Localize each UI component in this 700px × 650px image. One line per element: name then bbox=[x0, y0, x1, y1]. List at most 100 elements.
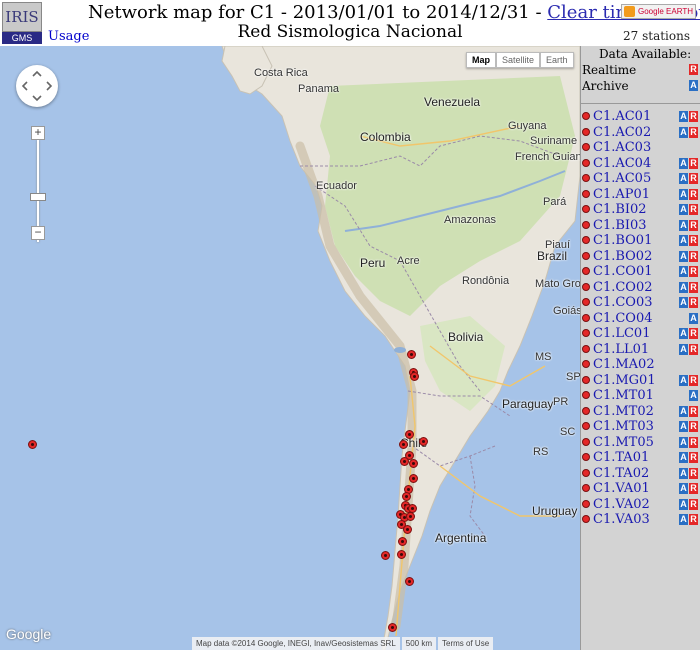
google-earth-button[interactable]: Google EARTH bbox=[621, 4, 696, 19]
station-marker-icon[interactable] bbox=[582, 406, 590, 415]
station-marker-icon[interactable] bbox=[582, 282, 590, 291]
station-marker-icon[interactable] bbox=[582, 422, 590, 430]
realtime-badge-icon[interactable]: R bbox=[689, 126, 698, 138]
station-marker-icon[interactable] bbox=[582, 453, 590, 461]
station-code-link[interactable]: C1.MT03 bbox=[593, 419, 654, 434]
station-code-link[interactable]: C1.AC03 bbox=[593, 140, 651, 155]
archive-badge-icon[interactable]: A bbox=[679, 126, 688, 138]
station-marker-icon[interactable] bbox=[582, 484, 590, 492]
station-marker[interactable] bbox=[405, 430, 414, 439]
archive-badge-icon[interactable]: A bbox=[679, 514, 688, 525]
station-marker[interactable] bbox=[419, 437, 428, 446]
station-code-link[interactable]: C1.BO01 bbox=[593, 233, 652, 248]
station-code-link[interactable]: C1.MT02 bbox=[593, 404, 654, 419]
archive-badge-icon[interactable]: A bbox=[679, 436, 688, 448]
zoom-in-button[interactable]: + bbox=[31, 126, 45, 140]
realtime-badge-icon[interactable]: R bbox=[689, 374, 698, 386]
station-list-item[interactable]: C1.MG01 A R bbox=[581, 373, 700, 389]
archive-badge-icon[interactable]: A bbox=[679, 235, 688, 246]
realtime-badge-icon[interactable]: R bbox=[689, 281, 698, 293]
station-code-link[interactable]: C1.LL01 bbox=[593, 342, 649, 357]
station-marker-icon[interactable] bbox=[582, 267, 590, 275]
archive-badge-icon[interactable]: A bbox=[679, 111, 688, 122]
station-marker-icon[interactable] bbox=[582, 189, 590, 198]
station-list-item[interactable]: C1.VA01 A R bbox=[581, 481, 700, 497]
realtime-badge-icon[interactable]: R bbox=[689, 297, 698, 308]
realtime-badge-icon[interactable]: R bbox=[689, 204, 698, 215]
station-code-link[interactable]: C1.AC05 bbox=[593, 171, 651, 186]
realtime-badge-icon[interactable]: R bbox=[689, 467, 698, 479]
station-marker-icon[interactable] bbox=[582, 112, 590, 120]
station-marker-icon[interactable] bbox=[582, 360, 590, 368]
google-logo[interactable]: Google bbox=[6, 626, 51, 642]
archive-badge-icon[interactable]: A bbox=[679, 188, 688, 200]
realtime-badge-icon[interactable]: R bbox=[689, 250, 698, 262]
station-list-item[interactable]: C1.AC02 A R bbox=[581, 125, 700, 141]
archive-badge-icon[interactable]: A bbox=[679, 374, 688, 386]
archive-badge-icon[interactable]: A bbox=[679, 173, 688, 184]
archive-badge-icon[interactable]: A bbox=[679, 297, 688, 308]
station-list-item[interactable]: C1.AC05 A R bbox=[581, 171, 700, 187]
archive-badge-icon[interactable]: A bbox=[679, 405, 688, 417]
station-marker[interactable] bbox=[407, 350, 416, 359]
station-code-link[interactable]: C1.AP01 bbox=[593, 187, 650, 202]
station-code-link[interactable]: C1.CO03 bbox=[593, 295, 653, 310]
station-marker-icon[interactable] bbox=[582, 344, 590, 353]
station-marker[interactable] bbox=[28, 440, 37, 449]
station-marker-icon[interactable] bbox=[582, 329, 590, 337]
realtime-badge-icon[interactable]: R bbox=[689, 514, 698, 525]
station-marker-icon[interactable] bbox=[582, 298, 590, 306]
station-marker-icon[interactable] bbox=[582, 313, 590, 322]
station-list-item[interactable]: C1.BI03 A R bbox=[581, 218, 700, 234]
archive-badge-icon[interactable]: A bbox=[689, 390, 698, 401]
station-list-item[interactable]: C1.CO03 A R bbox=[581, 295, 700, 311]
station-list-item[interactable]: C1.MT02 A R bbox=[581, 404, 700, 420]
map-type-satellite-button[interactable]: Satellite bbox=[496, 52, 541, 68]
station-list-item[interactable]: C1.MT01 A bbox=[581, 388, 700, 404]
station-code-link[interactable]: C1.MT01 bbox=[593, 388, 654, 403]
station-marker[interactable] bbox=[410, 372, 419, 381]
realtime-badge-icon[interactable]: R bbox=[689, 483, 698, 494]
station-marker[interactable] bbox=[398, 537, 407, 546]
map-canvas[interactable]: Costa Rica Panama Venezuela Guyana Surin… bbox=[0, 46, 580, 650]
station-marker[interactable] bbox=[403, 525, 412, 534]
archive-badge-icon[interactable]: A bbox=[679, 467, 688, 479]
station-code-link[interactable]: C1.BI03 bbox=[593, 218, 647, 233]
zoom-slider-handle[interactable] bbox=[30, 193, 46, 201]
station-code-link[interactable]: C1.VA02 bbox=[593, 497, 650, 512]
realtime-badge-icon[interactable]: R bbox=[689, 436, 698, 448]
station-code-link[interactable]: C1.BO02 bbox=[593, 249, 652, 264]
archive-badge-icon[interactable]: A bbox=[689, 312, 698, 324]
station-list-item[interactable]: C1.LC01 A R bbox=[581, 326, 700, 342]
station-marker-icon[interactable] bbox=[582, 143, 590, 151]
station-list-item[interactable]: C1.AC01 A R bbox=[581, 109, 700, 125]
station-marker[interactable] bbox=[405, 577, 414, 586]
station-code-link[interactable]: C1.MG01 bbox=[593, 373, 656, 388]
station-list-item[interactable]: C1.LL01 A R bbox=[581, 342, 700, 358]
station-code-link[interactable]: C1.MA02 bbox=[593, 357, 655, 372]
station-marker-icon[interactable] bbox=[582, 437, 590, 446]
station-marker[interactable] bbox=[402, 492, 411, 501]
station-marker-icon[interactable] bbox=[582, 251, 590, 260]
station-list-item[interactable]: C1.CO01 A R bbox=[581, 264, 700, 280]
station-code-link[interactable]: C1.VA03 bbox=[593, 512, 650, 527]
station-marker[interactable] bbox=[406, 512, 415, 521]
station-list-item[interactable]: C1.MA02 bbox=[581, 357, 700, 373]
station-list-item[interactable]: C1.MT05 A R bbox=[581, 435, 700, 451]
station-code-link[interactable]: C1.CO01 bbox=[593, 264, 653, 279]
station-marker-icon[interactable] bbox=[582, 236, 590, 244]
station-code-link[interactable]: C1.BI02 bbox=[593, 202, 647, 217]
station-code-link[interactable]: C1.VA01 bbox=[593, 481, 650, 496]
station-code-link[interactable]: C1.AC02 bbox=[593, 125, 651, 140]
station-marker[interactable] bbox=[399, 440, 408, 449]
archive-badge-icon[interactable]: A bbox=[679, 343, 688, 355]
station-marker[interactable] bbox=[381, 551, 390, 560]
archive-badge-icon[interactable]: A bbox=[679, 204, 688, 215]
realtime-badge-icon[interactable]: R bbox=[689, 498, 698, 510]
station-marker-icon[interactable] bbox=[582, 220, 590, 229]
station-marker-icon[interactable] bbox=[582, 391, 590, 399]
pan-control[interactable] bbox=[16, 65, 58, 107]
realtime-badge-icon[interactable]: R bbox=[689, 328, 698, 339]
terms-of-use-link[interactable]: Terms of Use bbox=[438, 637, 494, 650]
station-marker[interactable] bbox=[388, 623, 397, 632]
